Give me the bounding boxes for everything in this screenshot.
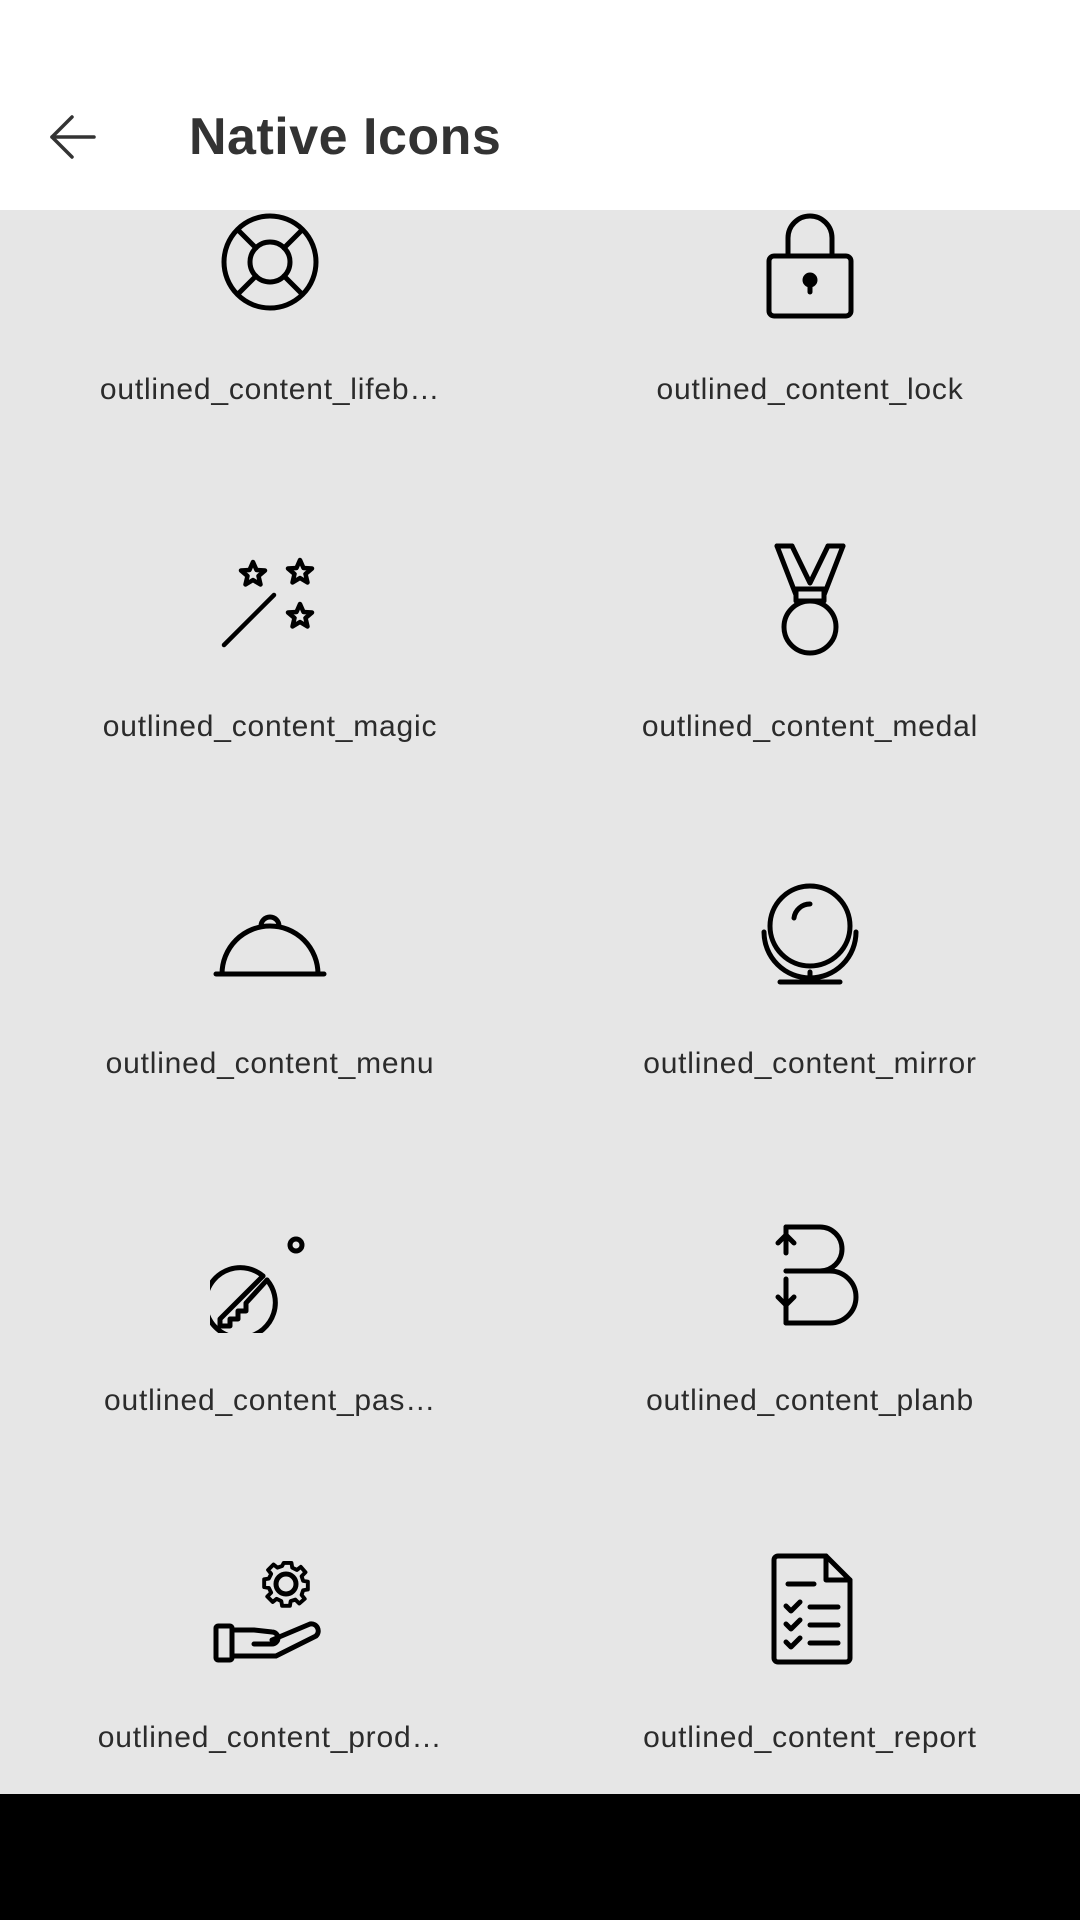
icon-tile[interactable]: outlined_content_medal bbox=[540, 421, 1080, 758]
icon-label: outlined_content_planb bbox=[646, 1384, 974, 1417]
lifebuoy-icon bbox=[210, 210, 330, 322]
report-icon bbox=[750, 1550, 870, 1670]
icon-tile[interactable]: outlined_content_report bbox=[540, 1432, 1080, 1769]
magic-wand-icon bbox=[210, 539, 330, 659]
icon-label: outlined_content_lifeb… bbox=[99, 373, 441, 406]
plan-b-icon bbox=[750, 1213, 870, 1333]
icon-label: outlined_content_pas… bbox=[103, 1384, 437, 1417]
icon-tile[interactable]: outlined_content_lifeb… bbox=[0, 210, 540, 421]
page-title: Native Icons bbox=[189, 108, 502, 166]
icon-label: outlined_content_menu bbox=[105, 1047, 435, 1080]
icon-tile[interactable]: outlined_content_pas… bbox=[0, 1095, 540, 1432]
icon-label: outlined_content_mirror bbox=[643, 1047, 977, 1080]
icon-tile[interactable]: outlined_content_lock bbox=[540, 210, 1080, 421]
icon-label: outlined_content_medal bbox=[641, 710, 979, 743]
icon-label: outlined_content_report bbox=[643, 1721, 977, 1754]
icon-label: outlined_content_prod… bbox=[97, 1721, 443, 1754]
system-navigation-bar bbox=[0, 1794, 1080, 1920]
app-bar: Native Icons bbox=[0, 0, 1080, 210]
key-icon bbox=[210, 1213, 330, 1333]
icon-tile[interactable]: outlined_content_prod… bbox=[0, 1432, 540, 1769]
hand-gear-icon bbox=[210, 1550, 330, 1670]
arrow-left-icon bbox=[50, 115, 96, 159]
screen: outlined_content_lifeb… outlined_content… bbox=[0, 0, 1080, 1920]
icon-grid-scroll-area[interactable]: outlined_content_lifeb… outlined_content… bbox=[0, 210, 1080, 1794]
icon-label: outlined_content_lock bbox=[656, 373, 964, 406]
icon-tile[interactable]: outlined_content_menu bbox=[0, 758, 540, 1095]
mirror-icon bbox=[750, 876, 870, 996]
icon-tile[interactable]: outlined_content_magic bbox=[0, 421, 540, 758]
lock-icon bbox=[750, 210, 870, 322]
medal-icon bbox=[750, 539, 870, 659]
icon-tile[interactable]: outlined_content_planb bbox=[540, 1095, 1080, 1432]
cloche-icon bbox=[210, 876, 330, 996]
back-button[interactable] bbox=[30, 95, 114, 179]
icon-tile[interactable]: outlined_content_mirror bbox=[540, 758, 1080, 1095]
icon-label: outlined_content_magic bbox=[102, 710, 438, 743]
